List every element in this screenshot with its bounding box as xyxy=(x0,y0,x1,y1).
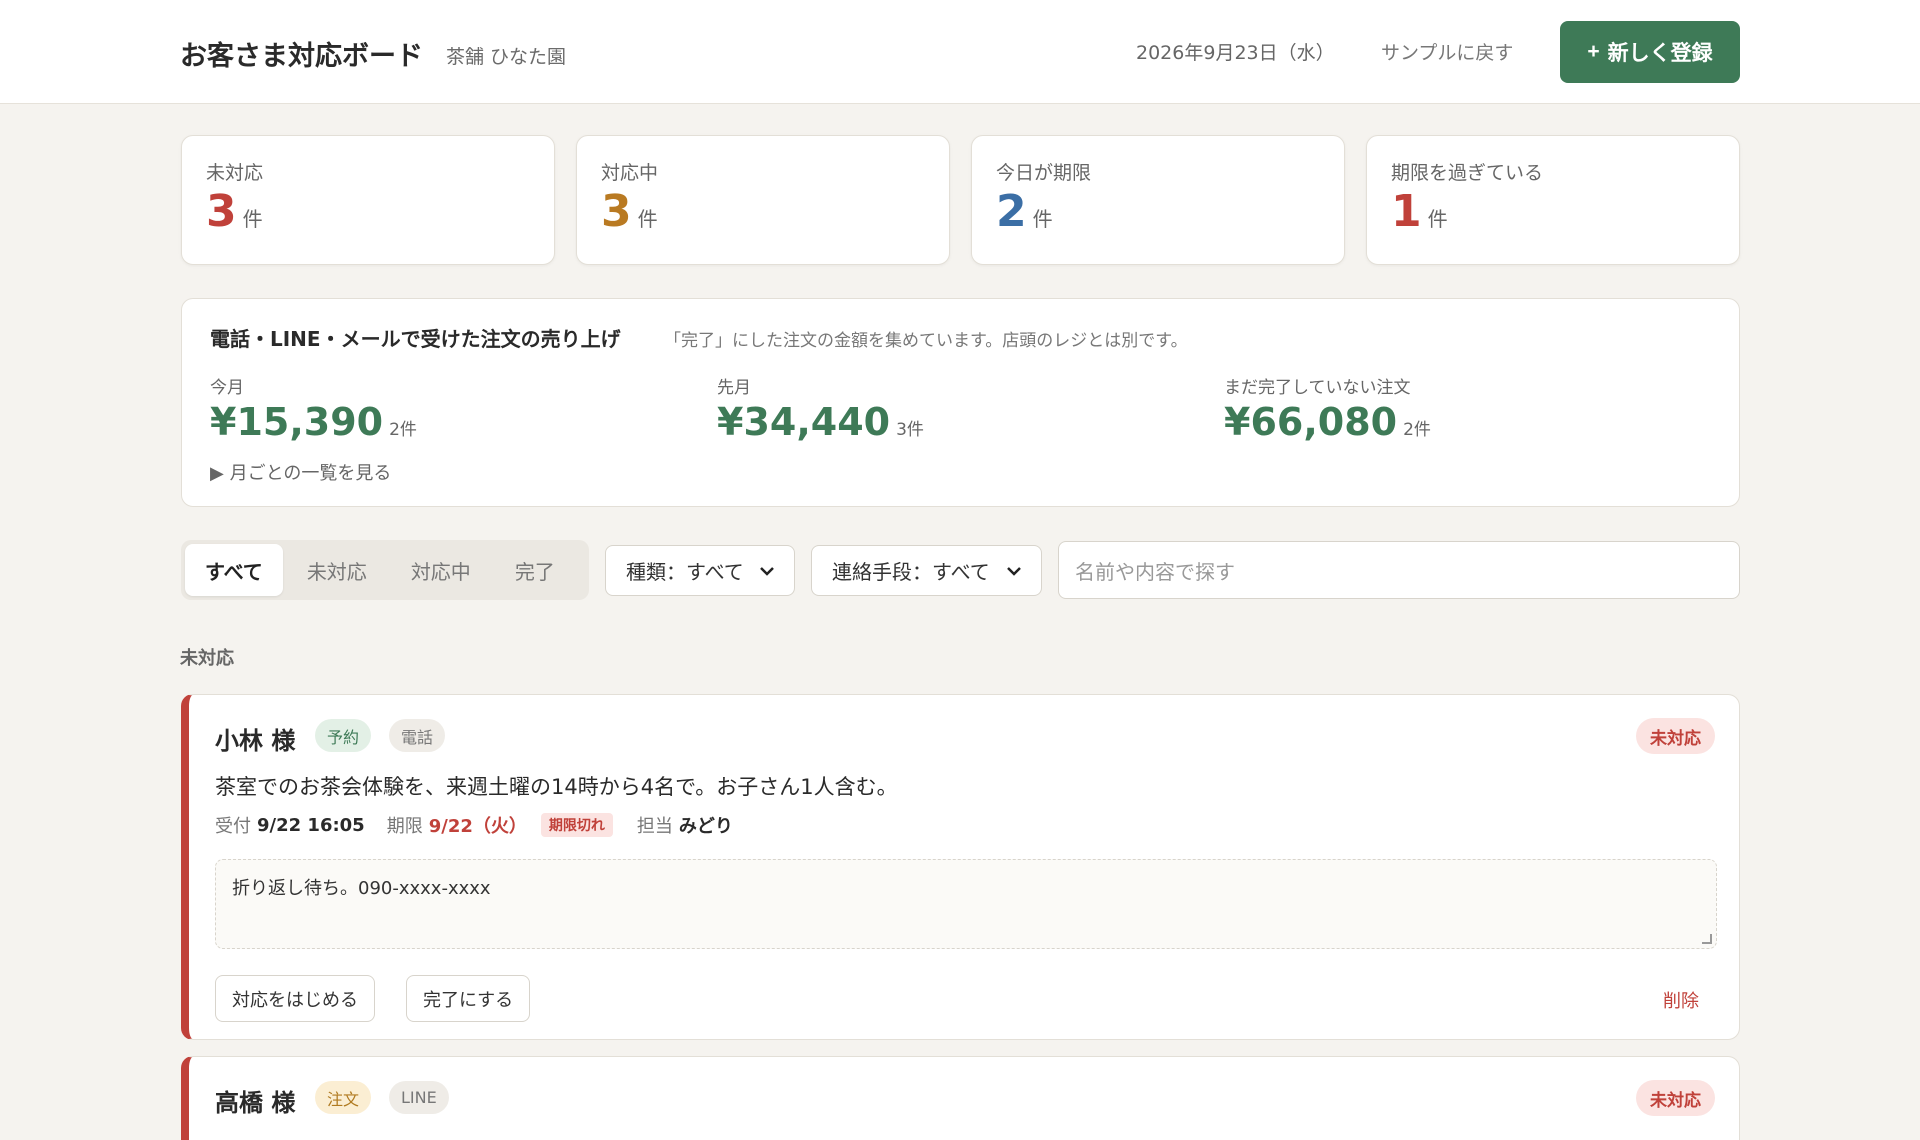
stat-label: 未対応 xyxy=(206,162,264,184)
stat-label: 今日が期限 xyxy=(996,162,1092,184)
sales-summary-card: 電話・LINE・メールで受けた注文の売り上げ 「完了」にした注文の金額を集めてい… xyxy=(181,298,1740,507)
stat-value: 2件 xyxy=(996,186,1053,237)
section-heading: 未対応 xyxy=(180,648,234,669)
resize-handle-icon[interactable] xyxy=(1702,934,1712,944)
channel-badge: 電話 xyxy=(389,719,446,752)
customer-name: 小林 様 xyxy=(215,727,296,755)
stat-card-in-progress: 対応中 3件 xyxy=(576,135,950,265)
sales-last-month: 先月 ¥34,440 3件 xyxy=(717,378,924,444)
current-date: 2026年9月23日（水） xyxy=(1136,42,1335,64)
app-header: お客さま対応ボード 茶舗 ひなた園 2026年9月23日（水） サンプルに戻す … xyxy=(0,0,1920,104)
stat-card-overdue: 期限を過ぎている 1件 xyxy=(1366,135,1740,265)
stat-label: 期限を過ぎている xyxy=(1391,162,1544,184)
inquiry-description: 茶室でのお茶会体験を、来週土曜の14時から4名で。お子さん1人含む。 xyxy=(215,775,898,799)
tab-all[interactable]: すべて xyxy=(185,544,283,596)
channel-select[interactable]: 連絡手段：すべて xyxy=(811,545,1042,596)
tab-pending[interactable]: 未対応 xyxy=(287,544,387,596)
sales-note: 「完了」にした注文の金額を集めています。店頭のレジとは別です。 xyxy=(664,331,1188,351)
chevron-down-icon xyxy=(1007,566,1021,576)
chevron-down-icon xyxy=(760,566,774,576)
shop-name: 茶舗 ひなた園 xyxy=(446,46,567,68)
plus-icon: + xyxy=(1587,40,1600,63)
inquiry-card: 高橋 様 注文 LINE 未対応 xyxy=(181,1056,1740,1140)
page-title: お客さま対応ボード xyxy=(180,41,423,72)
tab-done[interactable]: 完了 xyxy=(495,544,575,596)
search-input[interactable]: 名前や内容で探す xyxy=(1058,541,1740,599)
stat-card-due-today: 今日が期限 2件 xyxy=(971,135,1345,265)
delete-button[interactable]: 削除 xyxy=(1663,987,1699,1013)
note-textarea[interactable]: 折り返し待ち。090-xxxx-xxxx xyxy=(215,859,1717,949)
status-tabs: すべて 未対応 対応中 完了 xyxy=(181,540,589,600)
kind-badge: 予約 xyxy=(315,719,372,752)
overdue-badge: 期限切れ xyxy=(540,813,613,837)
kind-badge: 注文 xyxy=(315,1081,372,1114)
sales-this-month: 今月 ¥15,390 2件 xyxy=(210,378,417,444)
stat-value: 1件 xyxy=(1391,186,1448,237)
tab-in-progress[interactable]: 対応中 xyxy=(391,544,491,596)
stat-value: 3件 xyxy=(601,186,658,237)
reset-sample-link[interactable]: サンプルに戻す xyxy=(1381,38,1513,65)
new-entry-button[interactable]: + 新しく登録 xyxy=(1560,21,1740,83)
stat-card-pending: 未対応 3件 xyxy=(181,135,555,265)
type-select[interactable]: 種類：すべて xyxy=(605,545,795,596)
start-handling-button[interactable]: 対応をはじめる xyxy=(215,975,375,1022)
sales-pending: まだ完了していない注文 ¥66,080 2件 xyxy=(1224,378,1431,444)
status-badge: 未対応 xyxy=(1636,718,1715,754)
monthly-list-toggle[interactable]: ▶ 月ごとの一覧を見る xyxy=(210,459,391,485)
stat-label: 対応中 xyxy=(601,162,659,184)
inquiry-meta: 受付 9/22 16:05 期限 9/22（火） 期限切れ 担当 みどり xyxy=(215,813,733,837)
inquiry-card: 小林 様 予約 電話 未対応 茶室でのお茶会体験を、来週土曜の14時から4名で。… xyxy=(181,694,1740,1040)
new-entry-label: 新しく登録 xyxy=(1607,42,1713,65)
sales-title: 電話・LINE・メールで受けた注文の売り上げ xyxy=(210,327,621,351)
channel-badge: LINE xyxy=(389,1081,449,1114)
stat-value: 3件 xyxy=(206,186,263,237)
status-badge: 未対応 xyxy=(1636,1080,1715,1116)
mark-complete-button[interactable]: 完了にする xyxy=(406,975,531,1022)
customer-name: 高橋 様 xyxy=(215,1089,296,1117)
